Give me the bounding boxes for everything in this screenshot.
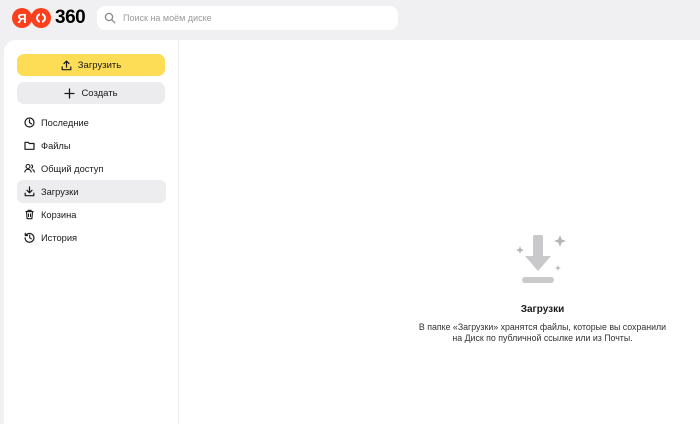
search-icon [104, 12, 116, 24]
sidebar: Загрузить Создать Последние Файлы Общий … [4, 40, 179, 424]
sidebar-item-label: Последние [41, 117, 89, 128]
clock-icon [24, 117, 35, 128]
sidebar-item-label: Загрузки [41, 186, 79, 197]
downloads-empty-illustration-icon [516, 235, 566, 283]
sidebar-item-files[interactable]: Файлы [17, 134, 166, 157]
shared-users-icon [24, 163, 35, 174]
folder-icon [24, 140, 35, 151]
sidebar-item-history[interactable]: История [17, 226, 166, 249]
empty-state: Загрузки В папке «Загрузки» хранятся фай… [179, 40, 700, 424]
download-icon [24, 186, 35, 197]
sidebar-item-label: Корзина [41, 209, 77, 220]
empty-state-description: В папке «Загрузки» хранятся файлы, котор… [179, 322, 700, 344]
main-panel: Загрузить Создать Последние Файлы Общий … [4, 40, 700, 424]
search-box[interactable] [97, 6, 398, 30]
yandex-360-logo[interactable]: Я 360 [12, 7, 86, 28]
create-button[interactable]: Создать [17, 82, 165, 104]
trash-icon [24, 209, 35, 220]
logo-ya-circle: Я [12, 8, 32, 28]
plus-icon [64, 87, 76, 99]
upload-button[interactable]: Загрузить [17, 54, 165, 76]
create-button-label: Создать [81, 87, 118, 99]
sidebar-item-label: Общий доступ [41, 163, 104, 174]
upload-icon [61, 60, 72, 70]
upload-button-label: Загрузить [77, 59, 122, 71]
empty-state-desc-line-1: В папке «Загрузки» хранятся файлы, котор… [418, 322, 667, 332]
sidebar-item-downloads[interactable]: Загрузки [17, 180, 166, 203]
history-icon [24, 232, 35, 243]
sidebar-item-trash[interactable]: Корзина [17, 203, 166, 226]
sidebar-item-recent[interactable]: Последние [17, 111, 166, 134]
sidebar-nav: Последние Файлы Общий доступ Загрузки Ко… [17, 111, 166, 249]
logo-text: 360 [55, 7, 86, 28]
top-bar: Я 360 [0, 0, 700, 40]
sidebar-item-shared[interactable]: Общий доступ [17, 157, 166, 180]
logo-360-circle [31, 8, 51, 28]
empty-state-title: Загрузки [520, 304, 565, 315]
sidebar-item-label: История [41, 232, 78, 243]
sidebar-item-label: Файлы [41, 140, 71, 151]
search-input[interactable] [123, 13, 373, 23]
empty-state-desc-line-2: на Диск по публичной ссылке или из Почты… [452, 333, 633, 343]
